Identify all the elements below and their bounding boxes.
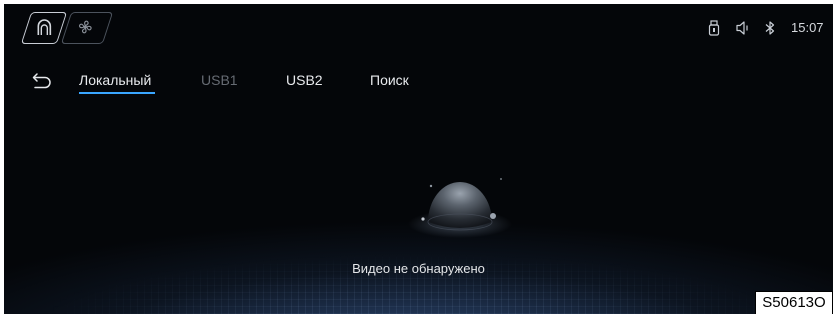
volume-icon[interactable] <box>735 20 753 36</box>
climate-tab[interactable] <box>60 12 114 44</box>
status-clock: 15:07 <box>791 20 824 35</box>
active-tab-indicator <box>79 92 155 94</box>
tab-usb1[interactable]: USB1 <box>201 71 238 89</box>
tab-usb2[interactable]: USB2 <box>286 71 323 89</box>
bluetooth-icon[interactable] <box>764 20 776 36</box>
headrest-icon <box>37 19 52 35</box>
figure-code-label: S50613O <box>755 291 833 314</box>
usb-drive-icon <box>708 20 720 36</box>
fan-icon <box>78 20 92 34</box>
tab-local[interactable]: Локальный <box>79 71 151 89</box>
back-arrow-icon[interactable] <box>32 70 56 90</box>
empty-state-message: Видео не обнаружено <box>352 261 485 276</box>
home-tab[interactable] <box>20 12 68 44</box>
tab-search[interactable]: Поиск <box>370 71 409 89</box>
screen: 15:07 Локальный USB1 USB2 Поиск Видео не… <box>4 4 833 314</box>
planet-icon <box>408 178 512 238</box>
